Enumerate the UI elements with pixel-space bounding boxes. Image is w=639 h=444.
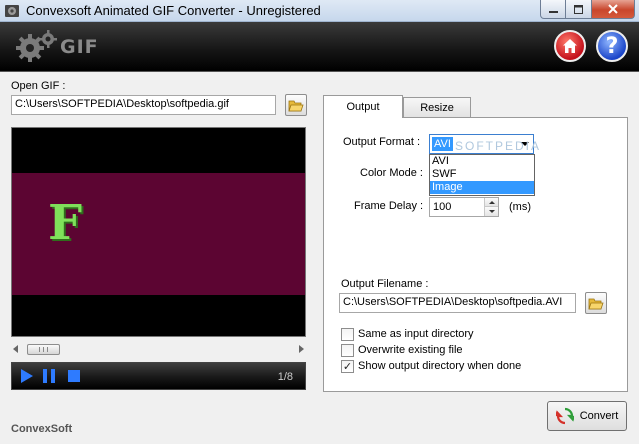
folder-open-icon	[588, 298, 604, 310]
open-gif-path-input[interactable]: C:\Users\SOFTPEDIA\Desktop\softpedia.gif	[11, 95, 276, 115]
output-format-dropdown[interactable]: AVI SWF Image	[429, 154, 535, 196]
gif-preview: F	[11, 127, 306, 337]
logo-text: GIF	[60, 36, 99, 58]
preview-scrollbar[interactable]	[11, 342, 306, 357]
convert-icon	[555, 407, 574, 425]
window-controls	[540, 0, 635, 19]
stepper-buttons	[484, 198, 498, 216]
color-mode-label: Color Mode :	[360, 167, 423, 179]
maximize-icon	[574, 4, 583, 14]
output-format-value: AVI	[432, 137, 453, 151]
home-icon	[563, 39, 577, 53]
folder-open-icon	[288, 100, 304, 112]
scroll-left-icon[interactable]	[13, 345, 18, 353]
minimize-button[interactable]	[540, 0, 566, 19]
stepper-down-button[interactable]	[485, 207, 498, 216]
checkbox-box[interactable]	[341, 343, 354, 357]
overwrite-file-checkbox[interactable]: Overwrite existing file	[341, 343, 463, 357]
app-icon	[5, 5, 19, 17]
scrollbar-thumb[interactable]	[27, 344, 60, 355]
frame-counter: 1/8	[277, 371, 293, 383]
gears-logo-icon	[16, 30, 57, 62]
format-option-image[interactable]: Image	[430, 181, 534, 194]
stepper-up-button[interactable]	[485, 198, 498, 207]
checkbox-label: Show output directory when done	[358, 360, 522, 372]
tab-resize[interactable]: Resize	[403, 97, 471, 118]
help-icon: ?	[605, 33, 619, 59]
minimize-icon	[548, 10, 558, 13]
tab-output[interactable]: Output	[323, 95, 403, 118]
brand-label: ConvexSoft	[11, 423, 73, 435]
softpedia-watermark: SOFTPEDIA	[455, 139, 542, 153]
frame-delay-label: Frame Delay :	[354, 200, 424, 212]
format-option-avi[interactable]: AVI	[430, 155, 534, 168]
frame-delay-unit: (ms)	[509, 201, 531, 213]
open-gif-label: Open GIF :	[11, 80, 66, 92]
arrow-down-icon	[488, 210, 495, 213]
title-bar: Convexsoft Animated GIF Converter - Unre…	[0, 0, 639, 22]
close-icon	[608, 4, 618, 14]
close-button[interactable]	[592, 0, 635, 19]
same-as-input-checkbox[interactable]: Same as input directory	[341, 327, 474, 341]
scroll-right-icon[interactable]	[299, 345, 304, 353]
frame-delay-value: 100	[433, 201, 452, 213]
output-filename-input[interactable]: C:\Users\SOFTPEDIA\Desktop\softpedia.AVI	[339, 293, 576, 313]
convert-button[interactable]: Convert	[547, 401, 627, 431]
preview-letter: F	[48, 195, 83, 251]
output-format-label: Output Format :	[343, 136, 421, 148]
play-icon[interactable]	[20, 368, 34, 384]
checkbox-box[interactable]: ✓	[341, 359, 354, 373]
browse-input-button[interactable]	[285, 94, 307, 116]
arrow-up-icon	[488, 200, 495, 204]
player-controls: 1/8	[11, 362, 306, 390]
output-filename-label: Output Filename :	[341, 278, 429, 290]
help-button[interactable]: ?	[596, 30, 628, 62]
preview-frame: F	[12, 173, 305, 295]
window-title: Convexsoft Animated GIF Converter - Unre…	[26, 3, 321, 18]
home-button[interactable]	[554, 30, 586, 62]
checkbox-box[interactable]	[341, 327, 354, 341]
browse-output-button[interactable]	[585, 292, 607, 314]
checkbox-label: Overwrite existing file	[358, 344, 463, 356]
show-output-dir-checkbox[interactable]: ✓ Show output directory when done	[341, 359, 521, 373]
maximize-button[interactable]	[566, 0, 592, 19]
checkmark-icon: ✓	[342, 359, 353, 373]
checkbox-label: Same as input directory	[358, 328, 474, 340]
format-option-swf[interactable]: SWF	[430, 168, 534, 181]
pause-icon[interactable]	[42, 368, 56, 384]
stop-icon[interactable]	[67, 368, 81, 384]
convert-label: Convert	[579, 410, 619, 422]
app-header: GIF ?	[0, 22, 639, 72]
grip-icon	[39, 347, 48, 352]
frame-delay-stepper[interactable]: 100	[429, 197, 499, 217]
